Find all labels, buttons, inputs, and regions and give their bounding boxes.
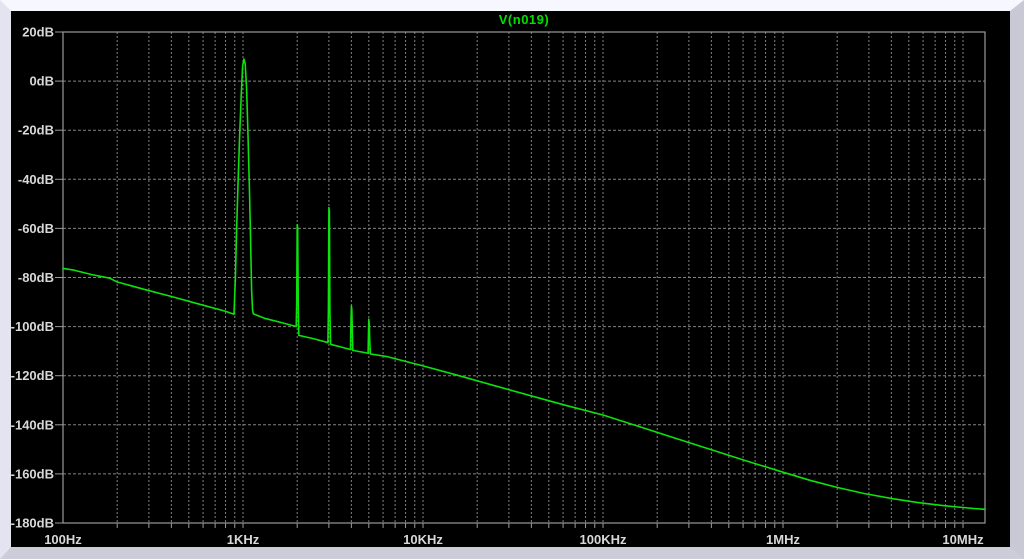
y-axis-tick-label: -80dB xyxy=(18,270,54,285)
x-axis-tick-label: 100Hz xyxy=(44,532,82,547)
plot-pane[interactable]: V(n019) 20dB 0dB -20dB -40dB -60dB -80dB -100d… xyxy=(11,11,1010,547)
y-axis-tick-label: 20dB xyxy=(22,25,54,40)
y-axis-tick-label: -160dB xyxy=(11,466,54,481)
y-axis-tick-label: -140dB xyxy=(11,417,54,432)
x-axis-tick-label: 10KHz xyxy=(403,532,443,547)
y-axis-tick-label: -40dB xyxy=(18,172,54,187)
x-axis-tick-label: 1MHz xyxy=(766,532,800,547)
y-axis-tick-label: -60dB xyxy=(18,221,54,236)
y-axis-tick-label: -180dB xyxy=(11,516,54,531)
x-axis-tick-label: 10MHz xyxy=(942,532,984,547)
trace-legend[interactable]: V(n019) xyxy=(63,12,985,29)
x-axis-tick-label: 1KHz xyxy=(227,532,260,547)
y-axis-tick-label: 0dB xyxy=(29,74,54,89)
fft-trace[interactable] xyxy=(62,58,986,511)
x-axis-tick-label: 100KHz xyxy=(580,532,627,547)
y-axis-tick-label: -120dB xyxy=(11,368,54,383)
plot-pane-frame: V(n019) 20dB 0dB -20dB -40dB -60dB -80dB -100d… xyxy=(0,0,1024,559)
y-axis-tick-label: -20dB xyxy=(18,123,54,138)
plot-canvas[interactable]: 20dB 0dB -20dB -40dB -60dB -80dB -100dB -120dB -… xyxy=(11,11,1010,547)
y-axis-tick-label: -100dB xyxy=(11,319,54,334)
